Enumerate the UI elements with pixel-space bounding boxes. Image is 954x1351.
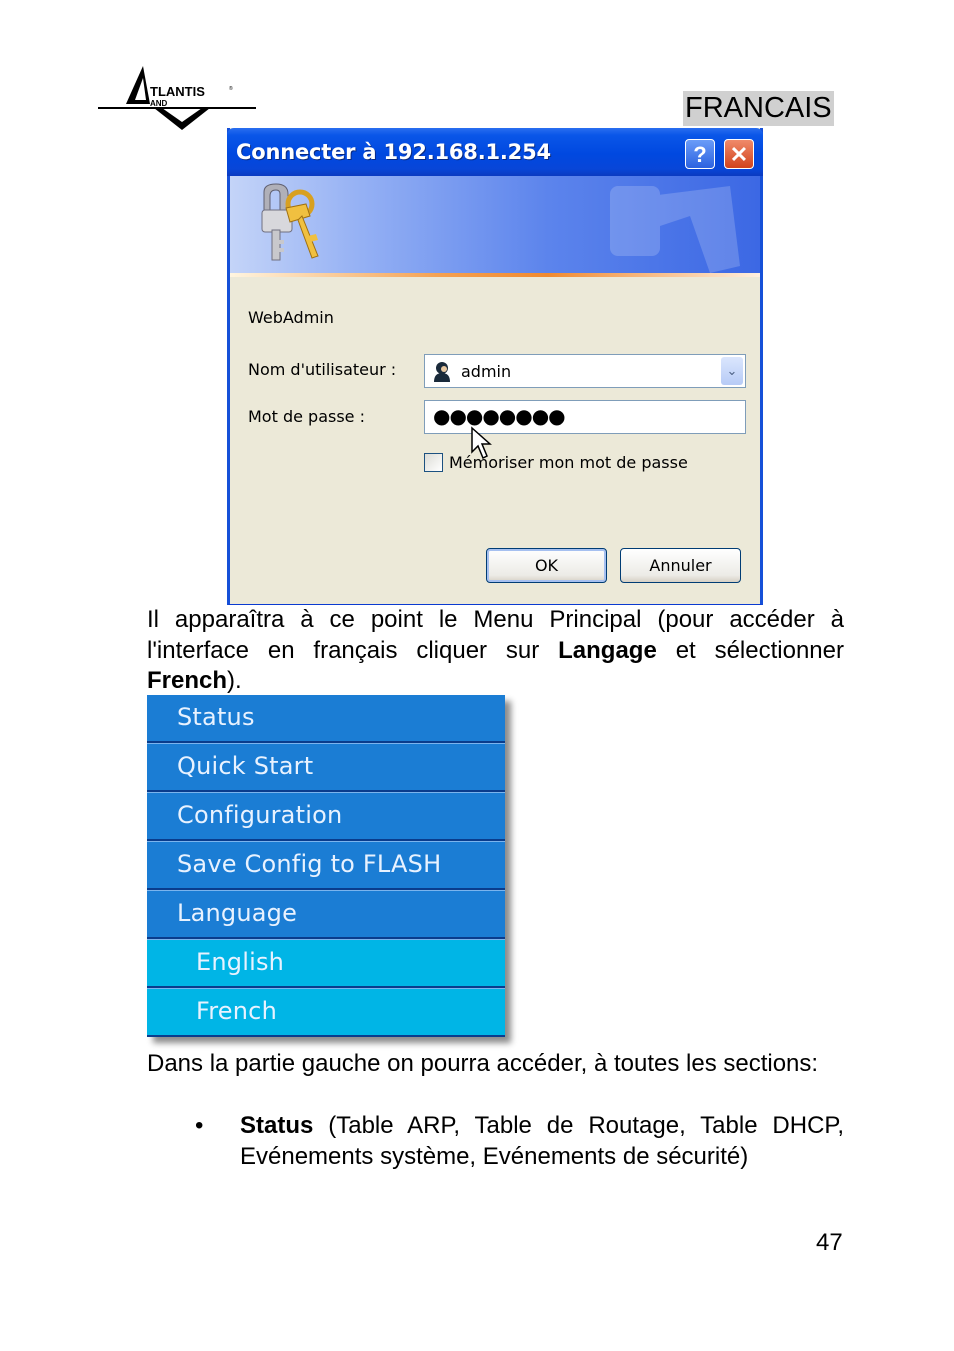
- dialog-titlebar: Connecter à 192.168.1.254 ? ✕: [227, 128, 763, 176]
- close-button[interactable]: ✕: [724, 139, 754, 169]
- para1-bold-langage: Langage: [558, 636, 657, 664]
- ok-button[interactable]: OK: [486, 548, 607, 583]
- list-item-text: (Table ARP, Table de Routage, Table DHCP…: [240, 1112, 844, 1170]
- menu-item-configuration[interactable]: Configuration: [147, 792, 505, 841]
- logo-text: TLANTIS: [150, 84, 205, 99]
- keys-watermark-icon: [610, 186, 740, 273]
- password-label: Mot de passe :: [248, 407, 365, 426]
- dialog-banner: [230, 176, 760, 273]
- list-item-status: Status (Table ARP, Table de Routage, Tab…: [240, 1111, 844, 1172]
- para1-bold-french: French: [147, 667, 228, 694]
- menu-item-english[interactable]: English: [147, 939, 505, 988]
- help-button[interactable]: ?: [685, 139, 715, 169]
- help-icon: ?: [693, 142, 707, 167]
- remember-password-checkbox[interactable]: [424, 453, 443, 472]
- menu-item-status[interactable]: Status: [147, 695, 505, 743]
- realm-text: WebAdmin: [248, 308, 334, 327]
- password-value: ●●●●●●●●: [433, 404, 566, 428]
- logo-subtext: AND: [150, 99, 168, 108]
- remember-password-label: Mémoriser mon mot de passe: [449, 453, 688, 472]
- page-number: 47: [816, 1229, 843, 1256]
- username-label: Nom d'utilisateur :: [248, 360, 397, 379]
- paragraph-main-menu: Il apparaîtra à ce point le Menu Princip…: [147, 605, 844, 697]
- username-combobox[interactable]: admin ⌄: [424, 354, 746, 388]
- menu-item-language[interactable]: Language: [147, 890, 505, 939]
- section-language-label: FRANCAIS: [683, 91, 834, 126]
- dialog-title: Connecter à 192.168.1.254: [236, 140, 551, 164]
- banner-divider: [230, 273, 760, 277]
- keys-icon: [261, 183, 319, 261]
- login-dialog: Connecter à 192.168.1.254 ? ✕ WebAdmin N…: [227, 128, 763, 605]
- menu-item-quick-start[interactable]: Quick Start: [147, 743, 505, 792]
- close-icon: ✕: [729, 142, 749, 167]
- svg-text:®: ®: [229, 85, 233, 92]
- username-value: admin: [461, 362, 512, 381]
- para1-text-end: ).: [227, 667, 242, 694]
- chevron-down-icon[interactable]: ⌄: [721, 357, 743, 385]
- paragraph-sections: Dans la partie gauche on pourra accéder,…: [147, 1050, 819, 1077]
- router-main-menu: Status Quick Start Configuration Save Co…: [147, 695, 505, 1037]
- atlantis-land-logo: TLANTIS AND ®: [98, 62, 258, 134]
- menu-item-save-config[interactable]: Save Config to FLASH: [147, 841, 505, 890]
- user-avatar-icon: [434, 362, 450, 382]
- menu-item-french[interactable]: French: [147, 988, 505, 1037]
- cancel-button[interactable]: Annuler: [620, 548, 741, 583]
- list-item-title: Status: [240, 1112, 314, 1139]
- bullet-icon: •: [195, 1112, 204, 1139]
- para1-text-mid: et sélectionner: [656, 636, 844, 664]
